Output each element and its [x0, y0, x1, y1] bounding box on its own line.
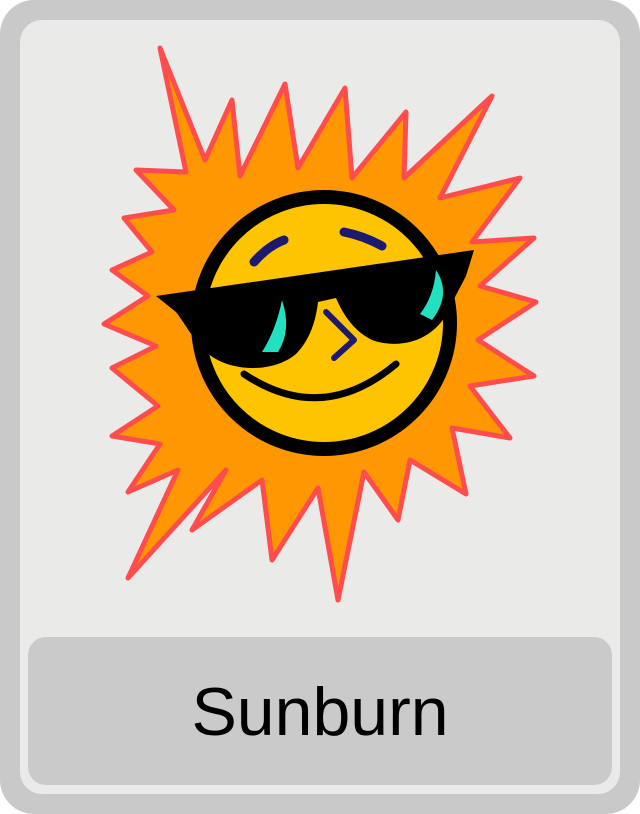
- label-box: Sunburn: [28, 637, 612, 785]
- sun-with-sunglasses-icon: [101, 45, 539, 603]
- sunburn-card[interactable]: Sunburn: [0, 0, 640, 814]
- card-label: Sunburn: [191, 674, 449, 750]
